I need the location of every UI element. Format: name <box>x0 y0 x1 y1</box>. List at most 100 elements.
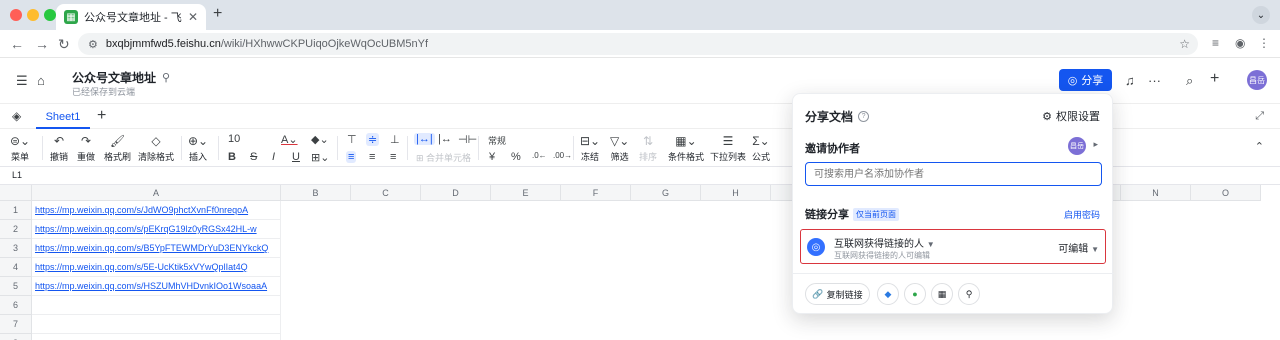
url-input[interactable]: ⚙ bxqbjmmfwd5.feishu.cn/wiki/HXhwwCKPUiq… <box>78 33 1198 55</box>
strikethrough-icon[interactable]: S <box>250 151 257 163</box>
more-options-icon[interactable]: ··· <box>1148 73 1161 88</box>
qr-code-icon[interactable]: ▦ <box>931 283 953 305</box>
search-icon[interactable]: ⌕ <box>1186 73 1193 89</box>
column-header[interactable]: B <box>281 185 351 201</box>
tab-search-icon[interactable]: ⌄ <box>1252 6 1270 24</box>
wrap-text-icon[interactable]: |↔| <box>414 133 435 145</box>
minimize-window-button[interactable] <box>27 9 39 21</box>
sort-button[interactable]: ⇅ 排序 <box>639 133 657 163</box>
row-header[interactable]: 7 <box>0 315 32 334</box>
enable-password-link[interactable]: 启用密码 <box>1064 208 1100 221</box>
column-header[interactable]: F <box>561 185 631 201</box>
align-center-icon[interactable]: ≡ <box>369 151 375 163</box>
add-icon[interactable]: + <box>1210 70 1219 88</box>
font-color-icon[interactable]: A⌄ <box>281 133 298 146</box>
collaborator-search-input[interactable] <box>805 162 1102 186</box>
column-header[interactable]: N <box>1121 185 1191 201</box>
share-as-image-icon[interactable]: ⚲ <box>958 283 980 305</box>
home-icon[interactable]: ⌂ <box>37 73 45 88</box>
overflow-icon[interactable]: |↔ <box>438 133 452 145</box>
column-header[interactable]: D <box>421 185 491 201</box>
table-cell[interactable] <box>32 315 281 334</box>
freeze-button[interactable]: ⊟⌄ 冻结 <box>580 133 600 163</box>
outline-toggle-icon[interactable]: ☰ <box>16 73 28 89</box>
row-header[interactable]: 3 <box>0 239 32 258</box>
italic-icon[interactable]: I <box>272 151 275 163</box>
bold-icon[interactable]: B <box>228 151 236 163</box>
help-icon[interactable]: ? <box>858 111 870 122</box>
font-size-select[interactable]: 10 <box>228 133 240 145</box>
percent-icon[interactable]: % <box>511 151 521 163</box>
column-header[interactable]: C <box>351 185 421 201</box>
forward-arrow-icon[interactable]: → <box>35 36 49 52</box>
row-header[interactable]: 4 <box>0 258 32 277</box>
browser-menu-icon[interactable]: ⋮ <box>1258 36 1270 50</box>
table-cell-link[interactable]: https://mp.weixin.qq.com/s/B5YpFTEWMDrYu… <box>32 239 281 258</box>
insert-button[interactable]: ⊕⌄ 插入 <box>188 133 208 163</box>
clear-format-button[interactable]: ◇ 清除格式 <box>138 133 174 163</box>
reload-icon[interactable]: ↻ <box>58 36 70 53</box>
back-arrow-icon[interactable]: ← <box>10 36 24 52</box>
align-bottom-icon[interactable]: ⊥ <box>390 133 400 146</box>
row-header[interactable]: 8 <box>0 334 32 340</box>
decrease-decimal-icon[interactable]: .0← <box>532 151 547 160</box>
column-header[interactable]: A <box>32 185 281 201</box>
row-header[interactable]: 6 <box>0 296 32 315</box>
number-format-select[interactable]: 常规 <box>488 134 506 147</box>
copy-link-button[interactable]: 🔗 复制链接 <box>805 283 870 305</box>
pin-icon[interactable]: ⚲ <box>162 71 170 84</box>
column-header[interactable]: H <box>701 185 771 201</box>
column-header[interactable]: O <box>1191 185 1261 201</box>
row-header[interactable]: 5 <box>0 277 32 296</box>
doc-title[interactable]: 公众号文章地址 ⚲ <box>72 69 170 86</box>
maximize-window-button[interactable] <box>44 9 56 21</box>
share-button[interactable]: ◎ 分享 <box>1059 69 1112 91</box>
link-access-option[interactable]: ◎ 互联网获得链接的人 ▼ 互联网获得链接的人可编辑 可编辑 ▼ <box>800 229 1106 264</box>
wechat-icon[interactable]: ● <box>904 283 926 305</box>
permission-settings-button[interactable]: ⚙ 权限设置 <box>1042 108 1100 124</box>
close-tab-icon[interactable]: ✕ <box>188 10 198 24</box>
redo-button[interactable]: ↷ 重做 <box>77 133 95 163</box>
browser-tab[interactable]: ▦ 公众号文章地址 - 飞书云文档 ✕ <box>56 4 206 30</box>
notification-bell-icon[interactable]: ♫ <box>1125 73 1135 88</box>
link-permission-select[interactable]: 可编辑 ▼ <box>1058 240 1099 255</box>
link-access-title[interactable]: 互联网获得链接的人 ▼ <box>834 235 935 250</box>
table-cell[interactable] <box>32 296 281 315</box>
table-cell-link[interactable]: https://mp.weixin.qq.com/s/JdWO9phctXvnF… <box>32 201 281 220</box>
align-right-icon[interactable]: ≡ <box>390 151 396 163</box>
site-settings-icon[interactable]: ⚙ <box>88 38 98 51</box>
dropdown-list-button[interactable]: ☰ 下拉列表 <box>710 133 746 163</box>
collaborator-avatar[interactable]: 昌岳 <box>1068 137 1086 155</box>
underline-icon[interactable]: U <box>292 151 300 163</box>
currency-icon[interactable]: ¥ <box>489 151 495 163</box>
increase-decimal-icon[interactable]: .00→ <box>553 151 572 160</box>
cell-reference[interactable]: L1 <box>12 170 22 180</box>
undo-button[interactable]: ↶ 撤销 <box>50 133 68 163</box>
avatar[interactable]: 昌岳 <box>1247 70 1267 90</box>
expand-icon[interactable]: ⤢ <box>1255 110 1264 123</box>
format-painter-button[interactable]: 🖌 格式刷 <box>104 133 131 163</box>
feishu-share-icon[interactable]: ◆ <box>877 283 899 305</box>
menu-button[interactable]: ⊜⌄ 菜单 <box>10 133 30 163</box>
border-icon[interactable]: ⊞⌄ <box>311 151 329 164</box>
clip-icon[interactable]: ⊣⊢ <box>458 133 477 146</box>
table-cell-link[interactable]: https://mp.weixin.qq.com/s/pEKrqG19lz0yR… <box>32 220 281 239</box>
collapse-toolbar-icon[interactable]: ⌃ <box>1255 140 1264 153</box>
table-cell-link[interactable]: https://mp.weixin.qq.com/s/5E-UcKtik5xVY… <box>32 258 281 277</box>
column-header[interactable]: G <box>631 185 701 201</box>
select-all-corner[interactable] <box>0 185 32 201</box>
profile-icon[interactable]: ◉ <box>1235 36 1245 50</box>
close-window-button[interactable] <box>10 9 22 21</box>
formula-button[interactable]: Σ⌄ 公式 <box>752 133 770 163</box>
align-top-icon[interactable]: ⊤ <box>347 133 357 146</box>
align-left-icon[interactable]: ≡ <box>346 151 357 163</box>
filter-button[interactable]: ▽⌄ 筛选 <box>610 133 629 163</box>
fill-color-icon[interactable]: ◆⌄ <box>311 133 329 146</box>
chevron-right-icon[interactable]: ▸ <box>1093 139 1098 150</box>
row-header[interactable]: 2 <box>0 220 32 239</box>
row-header[interactable]: 1 <box>0 201 32 220</box>
new-tab-button[interactable]: + <box>213 5 222 23</box>
align-middle-icon[interactable]: ≑ <box>366 133 380 146</box>
tab-sheet1[interactable]: Sheet1 <box>36 107 90 129</box>
table-cell[interactable] <box>32 334 281 340</box>
